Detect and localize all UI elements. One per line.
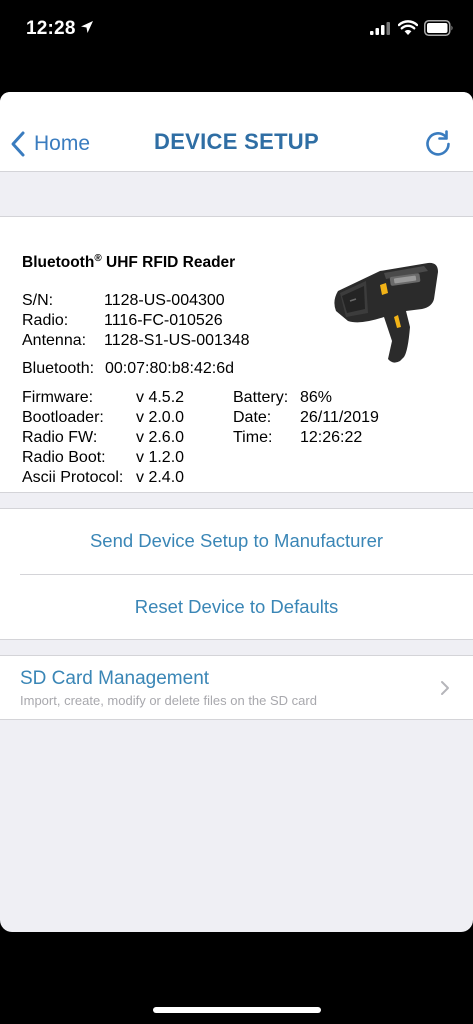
app-sheet: Home DEVICE SETUP Bluetooth® UHF RFID Re…	[0, 92, 473, 932]
radio-value: 1116-FC-010526	[104, 312, 223, 329]
status-time: 12:28	[26, 18, 76, 39]
device-title: Bluetooth® UHF RFID Reader	[22, 253, 236, 272]
chevron-right-icon	[441, 681, 449, 695]
reset-device-defaults-button[interactable]: Reset Device to Defaults	[0, 575, 473, 639]
device-info-card: Bluetooth® UHF RFID Reader S/N: 1128-US-…	[0, 216, 473, 493]
date-value: 26/11/2019	[300, 409, 379, 426]
battery-value: 86%	[300, 389, 333, 406]
date-label: Date:	[233, 409, 272, 426]
wifi-icon	[398, 20, 418, 35]
sd-card-management-row[interactable]: SD Card Management Import, create, modif…	[0, 655, 473, 720]
bluetooth-value: 00:07:80:b8:42:6d	[105, 360, 235, 377]
bootloader-label: Bootloader:	[22, 409, 104, 426]
firmware-label: Firmware:	[22, 389, 94, 406]
time-value: 12:26:22	[300, 429, 363, 446]
radio-fw-label: Radio FW:	[22, 429, 98, 446]
send-device-setup-button[interactable]: Send Device Setup to Manufacturer	[0, 509, 473, 573]
antenna-label: Antenna:	[22, 332, 87, 349]
sd-card-subtitle: Import, create, modify or delete files o…	[20, 693, 317, 708]
sd-card-title: SD Card Management	[20, 668, 210, 689]
bootloader-value: v 2.0.0	[136, 409, 185, 426]
home-indicator[interactable]	[153, 1007, 321, 1013]
location-arrow-icon	[81, 21, 93, 33]
navigation-bar: Home DEVICE SETUP	[0, 92, 473, 172]
radio-fw-value: v 2.6.0	[136, 429, 185, 446]
battery-icon	[424, 20, 453, 36]
ascii-protocol-label: Ascii Protocol:	[22, 469, 124, 486]
page-title: DEVICE SETUP	[154, 129, 319, 154]
radio-boot-value: v 1.2.0	[136, 449, 185, 466]
battery-label: Battery:	[233, 389, 289, 406]
refresh-icon[interactable]	[424, 130, 452, 158]
time-label: Time:	[233, 429, 273, 446]
antenna-value: 1128-S1-US-001348	[104, 332, 250, 349]
radio-boot-label: Radio Boot:	[22, 449, 106, 466]
serial-label: S/N:	[22, 292, 54, 309]
firmware-value: v 4.5.2	[136, 389, 185, 406]
rfid-reader-image	[334, 262, 438, 363]
serial-value: 1128-US-004300	[104, 292, 225, 309]
ascii-protocol-value: v 2.4.0	[136, 469, 185, 486]
radio-label: Radio:	[22, 312, 69, 329]
bluetooth-label: Bluetooth:	[22, 360, 95, 377]
actions-group: Send Device Setup to Manufacturer Reset …	[0, 508, 473, 640]
signal-icon	[370, 22, 390, 35]
status-bar: 12:28	[0, 0, 473, 60]
